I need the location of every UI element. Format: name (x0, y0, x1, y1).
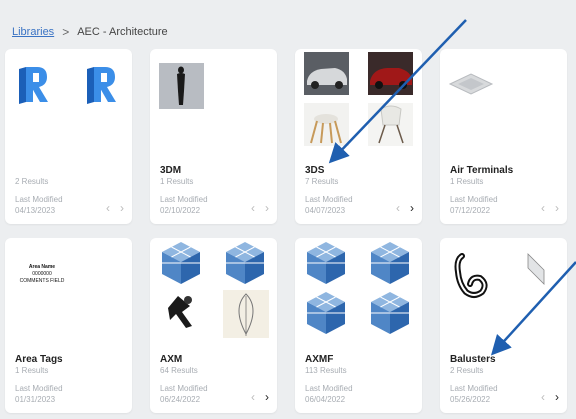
cube-cluster-icon (307, 242, 345, 284)
card-result-count: 7 Results (305, 177, 339, 186)
card-result-count: 2 Results (15, 177, 49, 186)
chair-thumbnail-icon (304, 103, 349, 146)
area-tag-name-text: Area Name (28, 264, 56, 270)
leaf-sketch-thumbnail-icon (223, 290, 269, 338)
baluster-thumbnail-icon (454, 253, 488, 298)
card-last-modified-label: Last Modified (160, 384, 208, 393)
card-title: AXM (160, 354, 183, 365)
library-card[interactable]: AXMF 113 Results Last Modified 06/04/202… (295, 238, 422, 413)
library-card[interactable]: 2 Results Last Modified 04/13/2023 ‹ › (5, 49, 132, 224)
card-last-modified-date: 04/07/2023 (305, 206, 346, 215)
card-last-modified-date: 07/12/2022 (450, 206, 491, 215)
card-thumbnails (150, 49, 277, 159)
prev-arrow-icon[interactable]: ‹ (106, 201, 110, 215)
card-title: Balusters (450, 354, 496, 365)
card-pager: ‹ › (541, 390, 559, 404)
cube-cluster-icon (371, 292, 409, 334)
card-last-modified-label: Last Modified (15, 384, 63, 393)
prev-arrow-icon[interactable]: ‹ (251, 390, 255, 404)
figure-thumbnail-icon (159, 63, 204, 109)
card-pager: ‹ › (541, 201, 559, 215)
card-thumbnails (295, 49, 422, 159)
library-card[interactable]: Area Name 0000000 COMMENTS FIELD Area Ta… (5, 238, 132, 413)
card-result-count: 1 Results (160, 177, 194, 186)
cube-cluster-icon (307, 292, 345, 334)
revit-logo-icon (19, 67, 116, 104)
next-arrow-icon[interactable]: › (410, 201, 414, 215)
card-last-modified-label: Last Modified (305, 384, 353, 393)
card-last-modified-date: 02/10/2022 (160, 206, 201, 215)
card-title: Air Terminals (450, 165, 514, 176)
card-result-count: 1 Results (15, 366, 49, 375)
library-card[interactable]: 3DM 1 Results Last Modified 02/10/2022 ‹… (150, 49, 277, 224)
card-thumbnails (440, 49, 567, 159)
next-arrow-icon[interactable]: › (555, 201, 559, 215)
card-result-count: 64 Results (160, 366, 198, 375)
prev-arrow-icon[interactable]: ‹ (541, 201, 545, 215)
cube-cluster-icon (226, 242, 264, 284)
card-last-modified-label: Last Modified (305, 195, 353, 204)
card-pager: ‹ › (396, 201, 414, 215)
library-card[interactable]: 3DS 7 Results Last Modified 04/07/2023 ‹… (295, 49, 422, 224)
card-result-count: 1 Results (450, 177, 484, 186)
card-last-modified-date: 05/26/2022 (450, 395, 491, 404)
card-last-modified-date: 06/04/2022 (305, 395, 346, 404)
card-last-modified-date: 04/13/2023 (15, 206, 56, 215)
card-pager: ‹ › (251, 201, 269, 215)
card-thumbnails (295, 238, 422, 348)
next-arrow-icon[interactable]: › (265, 390, 269, 404)
breadcrumb-separator: > (62, 25, 70, 39)
card-title: Area Tags (15, 354, 63, 365)
prev-arrow-icon[interactable]: ‹ (251, 201, 255, 215)
card-result-count: 113 Results (305, 366, 347, 375)
card-last-modified-label: Last Modified (160, 195, 208, 204)
cube-cluster-icon (162, 242, 200, 284)
card-last-modified-label: Last Modified (450, 195, 498, 204)
air-terminal-thumbnail-icon (448, 73, 494, 95)
car-thumbnail-icon (304, 52, 349, 95)
card-thumbnails (5, 49, 132, 159)
next-arrow-icon[interactable]: › (555, 390, 559, 404)
card-title: 3DS (305, 165, 325, 176)
area-tag-number-text: 0000000 (32, 271, 52, 277)
car-thumbnail-icon (368, 52, 413, 95)
breadcrumb: Libraries > AEC - Architecture (12, 25, 168, 39)
card-thumbnails (440, 238, 567, 348)
card-title: AXMF (305, 354, 334, 365)
baluster-panel-thumbnail-icon (527, 253, 545, 285)
library-card[interactable]: AXM 64 Results Last Modified 06/24/2022 … (150, 238, 277, 413)
card-pager: ‹ › (251, 390, 269, 404)
card-last-modified-label: Last Modified (450, 384, 498, 393)
prev-arrow-icon[interactable]: ‹ (396, 201, 400, 215)
cube-cluster-icon (371, 242, 409, 284)
prev-arrow-icon[interactable]: ‹ (541, 390, 545, 404)
next-arrow-icon[interactable]: › (120, 201, 124, 215)
card-pager: ‹ › (106, 201, 124, 215)
figurine-thumbnail-icon (168, 296, 192, 328)
next-arrow-icon[interactable]: › (265, 201, 269, 215)
card-last-modified-date: 01/31/2023 (15, 395, 56, 404)
library-card[interactable]: Air Terminals 1 Results Last Modified 07… (440, 49, 567, 224)
library-card[interactable]: Balusters 2 Results Last Modified 05/26/… (440, 238, 567, 413)
card-last-modified-label: Last Modified (15, 195, 63, 204)
card-thumbnails (150, 238, 277, 348)
card-last-modified-date: 06/24/2022 (160, 395, 201, 404)
area-tag-comments-text: COMMENTS FIELD (19, 278, 65, 284)
chair-thumbnail-icon (368, 103, 413, 146)
breadcrumb-libraries-link[interactable]: Libraries (12, 26, 54, 38)
card-title: 3DM (160, 165, 182, 176)
area-tag-thumbnail: Area Name 0000000 COMMENTS FIELD (5, 238, 132, 348)
card-result-count: 2 Results (450, 366, 484, 375)
breadcrumb-current: AEC - Architecture (77, 26, 168, 38)
